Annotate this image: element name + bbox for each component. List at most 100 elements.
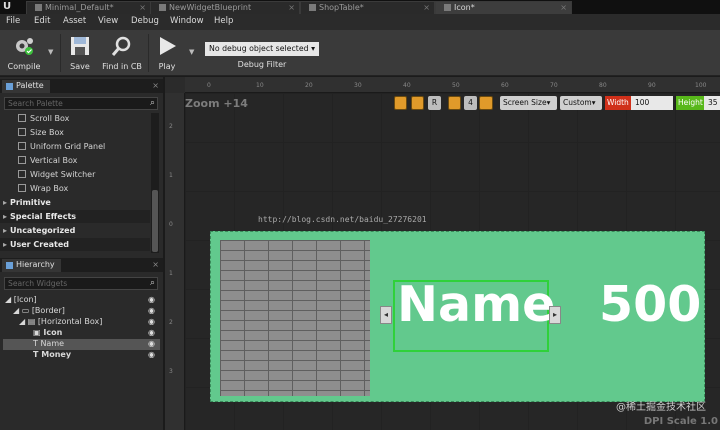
search-icon — [111, 36, 131, 56]
image-icon: ▣ — [33, 328, 41, 337]
palette-scrollbar-thumb[interactable] — [152, 190, 158, 252]
tab-bar: U Minimal_Default* × NewWidgetBlueprint × … — [0, 0, 720, 14]
name-text-block[interactable]: Name — [397, 276, 555, 333]
menu-edit[interactable]: Edit — [34, 16, 50, 26]
palette-category-user-created[interactable]: ▸ User Created — [0, 238, 150, 251]
debug-filter-label: Debug Filter — [237, 60, 287, 69]
ruler-tick: 0 — [169, 221, 173, 228]
grid-snap-value[interactable]: 4 — [464, 96, 477, 110]
palette-item-vertical-box[interactable]: Vertical Box — [18, 156, 77, 165]
grid-snap-button[interactable] — [448, 96, 461, 110]
menu-help[interactable]: Help — [214, 16, 233, 26]
tab-minimal-default[interactable]: Minimal_Default* × — [26, 1, 151, 14]
palette-category-primitive[interactable]: ▸ Primitive — [0, 196, 150, 209]
money-text-block[interactable]: 500 — [599, 276, 701, 333]
debug-object-dropdown[interactable]: No debug object selected ▾ — [205, 42, 319, 56]
toolbar-divider — [148, 34, 149, 72]
r-button[interactable]: R — [428, 96, 441, 110]
ruler-tick: 2 — [169, 319, 173, 326]
play-button[interactable]: Play — [152, 32, 182, 74]
ruler-tick: 40 — [403, 82, 411, 89]
eye-icon[interactable]: ◉ — [148, 306, 155, 315]
grid-icon — [18, 142, 26, 150]
menu-view[interactable]: View — [98, 16, 118, 26]
vertical-box-icon — [18, 156, 26, 164]
palette-search-input[interactable]: Search Palette ⌕ — [4, 97, 158, 110]
hierarchy-item-money[interactable]: T Money — [33, 350, 71, 359]
ruler-tick: 1 — [169, 270, 173, 277]
palette-category-special-effects[interactable]: ▸ Special Effects — [0, 210, 150, 223]
hierarchy-item-icon-root[interactable]: ◢ [Icon] — [5, 295, 37, 304]
close-icon[interactable]: × — [288, 3, 295, 12]
menu-debug[interactable]: Debug — [131, 16, 159, 26]
expand-arrow-icon: ▸ — [3, 198, 8, 207]
palette-item-size-box[interactable]: Size Box — [18, 128, 64, 137]
tab-new-widget-blueprint[interactable]: NewWidgetBlueprint × — [150, 1, 300, 14]
outline-toggle-button[interactable] — [394, 96, 407, 110]
screen-size-dropdown[interactable]: Screen Size▾ — [500, 96, 557, 110]
width-input[interactable]: 100 — [631, 96, 673, 110]
respect-locks-button[interactable] — [411, 96, 424, 110]
hierarchy-search-input[interactable]: Search Widgets ⌕ — [4, 277, 158, 290]
ruler-tick: 0 — [207, 82, 211, 89]
close-icon[interactable]: × — [152, 260, 159, 269]
chevron-down-icon: ▾ — [546, 98, 551, 107]
find-in-cb-button[interactable]: Find in CB — [100, 32, 144, 74]
designer-viewport[interactable]: 0 10 20 30 40 50 60 70 80 90 100 2 1 0 1… — [165, 77, 720, 430]
eye-icon[interactable]: ◉ — [148, 339, 155, 348]
hierarchy-item-horizontal-box[interactable]: ◢ ▤ [Horizontal Box] — [19, 317, 102, 326]
ruler-tick: 3 — [169, 368, 173, 375]
close-icon[interactable]: × — [423, 3, 430, 12]
move-right-handle[interactable]: ▸ — [549, 306, 561, 324]
ruler-tick: 2 — [169, 123, 173, 130]
scroll-box-icon — [18, 114, 26, 122]
ruler-tick: 1 — [169, 172, 173, 179]
tab-icon[interactable]: Icon* × — [435, 1, 572, 14]
compile-options-chevron-down-icon[interactable]: ▼ — [48, 48, 53, 56]
eye-icon[interactable]: ◉ — [148, 317, 155, 326]
play-icon — [160, 37, 176, 55]
hierarchy-tab[interactable]: Hierarchy — [2, 259, 61, 272]
palette-item-scroll-box[interactable]: Scroll Box — [18, 114, 69, 123]
close-icon[interactable]: × — [152, 81, 159, 90]
palette-item-wrap-box[interactable]: Wrap Box — [18, 184, 68, 193]
palette-item-uniform-grid-panel[interactable]: Uniform Grid Panel — [18, 142, 105, 151]
menu-window[interactable]: Window — [170, 16, 204, 26]
widget-preview[interactable]: Name ◂ ▸ 500 — [210, 231, 705, 402]
toolbar-divider — [60, 34, 61, 72]
collapse-arrow-icon: ◢ — [19, 317, 26, 326]
border-icon: ▭ — [21, 306, 30, 315]
palette-category-uncategorized[interactable]: ▸ Uncategorized — [0, 224, 150, 237]
close-icon[interactable]: × — [139, 3, 146, 12]
wrap-box-icon — [18, 184, 26, 192]
chevron-down-icon: ▾ — [591, 98, 596, 107]
eye-icon[interactable]: ◉ — [148, 350, 155, 359]
compile-button[interactable]: Compile — [3, 32, 45, 74]
hierarchy-item-icon[interactable]: ▣ Icon — [33, 328, 62, 337]
transform-mode-button[interactable] — [479, 96, 493, 110]
ruler-tick: 20 — [305, 82, 313, 89]
palette-tab[interactable]: Palette — [2, 80, 50, 93]
close-icon[interactable]: × — [560, 3, 567, 12]
save-icon — [71, 37, 89, 55]
hierarchy-item-name[interactable]: T Name — [33, 339, 64, 348]
palette-item-widget-switcher[interactable]: Widget Switcher — [18, 170, 95, 179]
custom-size-dropdown[interactable]: Custom▾ — [560, 96, 602, 110]
hierarchy-selection-highlight — [3, 339, 160, 350]
gear-icon — [16, 38, 33, 55]
play-options-chevron-down-icon[interactable]: ▼ — [189, 48, 194, 56]
eye-icon[interactable]: ◉ — [148, 295, 155, 304]
eye-icon[interactable]: ◉ — [148, 328, 155, 337]
switcher-icon — [18, 170, 26, 178]
tab-shop-table[interactable]: ShopTable* × — [300, 1, 435, 14]
height-input[interactable]: 35 — [704, 96, 720, 110]
expand-arrow-icon: ▸ — [3, 240, 8, 249]
size-box-icon — [18, 128, 26, 136]
brick-icon-image[interactable] — [220, 240, 370, 396]
ruler-tick: 100 — [695, 82, 707, 89]
menu-asset[interactable]: Asset — [63, 16, 86, 26]
save-button[interactable]: Save — [65, 32, 95, 74]
hierarchy-item-border[interactable]: ◢ ▭ [Border] — [13, 306, 65, 315]
move-left-handle[interactable]: ◂ — [380, 306, 392, 324]
menu-file[interactable]: File — [6, 16, 20, 26]
